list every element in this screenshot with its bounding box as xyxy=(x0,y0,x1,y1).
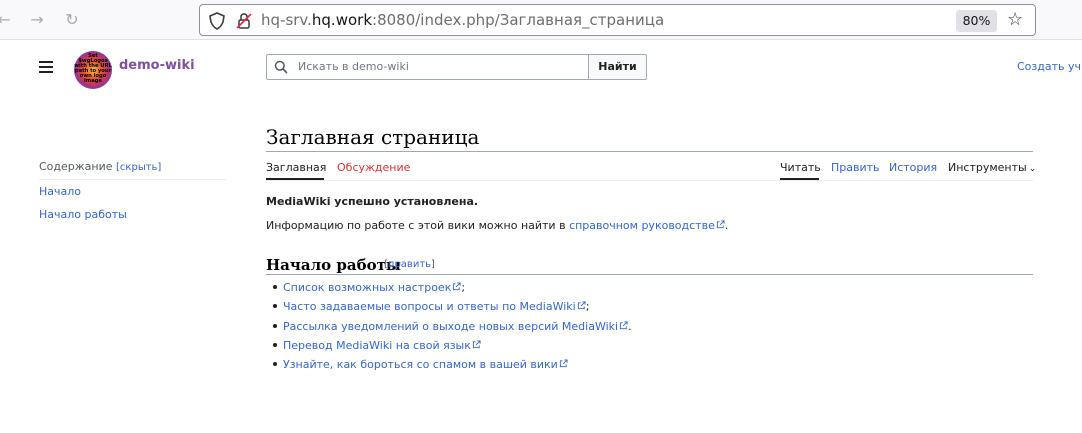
bullet-icon xyxy=(273,285,277,289)
bullet-icon xyxy=(273,342,277,347)
list-item: Список возможных настроек; xyxy=(273,281,632,300)
tab-edit[interactable]: Править xyxy=(831,161,880,174)
page-title: Заглавная страница xyxy=(266,125,480,149)
resource-list: Список возможных настроек; Часто задавае… xyxy=(273,281,632,377)
chevron-down-icon: ⌄ xyxy=(1028,164,1037,174)
list-item: Узнайте, как бороться со спамом в вашей … xyxy=(273,358,632,377)
list-item-tail: ; xyxy=(585,300,590,314)
list-item-link[interactable]: Перевод MediaWiki на свой язык xyxy=(283,339,471,352)
main-menu-icon[interactable] xyxy=(39,61,53,73)
external-link-icon xyxy=(716,220,725,229)
search-input[interactable]: Искать в demo-wiki xyxy=(266,54,589,80)
list-item: Перевод MediaWiki на свой язык xyxy=(273,339,632,358)
toc-title: Содержание xyxy=(39,160,113,173)
user-guide-link[interactable]: справочном руководстве xyxy=(569,219,715,232)
search-button[interactable]: Найти xyxy=(588,54,647,80)
tab-talk[interactable]: Обсуждение xyxy=(337,161,410,174)
bookmark-star-icon[interactable]: ☆ xyxy=(1007,9,1023,30)
info-paragraph: Информацию по работе с этой вики можно н… xyxy=(266,219,728,232)
external-link-icon xyxy=(472,340,481,348)
url-text: hq-srv.hq.work:8080/index.php/Заглавная_… xyxy=(261,11,665,29)
toc-item-getting-started[interactable]: Начало работы xyxy=(39,208,127,221)
list-item-tail: ; xyxy=(461,281,466,294)
external-link-icon xyxy=(453,282,461,291)
toc-hide-toggle[interactable]: [скрыть] xyxy=(116,162,161,173)
list-item-link[interactable]: Часто задаваемые вопросы и ответы по Med… xyxy=(283,300,576,313)
tab-history[interactable]: История xyxy=(889,161,937,174)
info-prefix: Информацию по работе с этой вики можно н… xyxy=(266,219,570,232)
tabs-divider xyxy=(266,180,1033,181)
list-item: Часто задаваемые вопросы и ответы по Med… xyxy=(273,300,632,319)
section-edit-link[interactable]: править xyxy=(388,259,431,270)
tools-label: Инструменты xyxy=(948,161,1027,174)
tab-read[interactable]: Читать xyxy=(780,161,821,174)
toc-divider xyxy=(39,179,226,180)
section-title: Начало работы xyxy=(266,256,401,274)
address-bar[interactable]: hq-srv.hq.work:8080/index.php/Заглавная_… xyxy=(199,4,1036,36)
create-account-link[interactable]: Создать уч xyxy=(1017,60,1081,73)
tools-dropdown[interactable]: Инструменты ⌄ xyxy=(948,161,1036,174)
section-edit: [править] xyxy=(384,259,435,270)
info-suffix: . xyxy=(724,219,729,232)
search-placeholder: Искать в demo-wiki xyxy=(298,60,409,73)
insecure-lock-icon[interactable] xyxy=(234,11,254,31)
shield-icon[interactable] xyxy=(207,11,227,31)
section-divider xyxy=(266,274,1033,275)
title-divider xyxy=(266,151,1033,152)
external-link-icon xyxy=(559,359,568,368)
search-icon xyxy=(274,60,288,74)
reload-icon[interactable]: ↻ xyxy=(60,8,84,32)
list-item: Рассылка уведомлений о выходе новых верс… xyxy=(273,320,632,339)
toc-heading: Содержание [скрыть] xyxy=(39,160,161,173)
forward-arrow-icon[interactable]: → xyxy=(25,8,49,32)
bullet-icon xyxy=(273,323,277,328)
site-logo[interactable]: Set $wgLogos with the URL path to your o… xyxy=(72,49,114,89)
bullet-icon xyxy=(273,362,277,367)
tab-article[interactable]: Заглавная xyxy=(266,161,326,174)
list-item-link[interactable]: Узнайте, как бороться со спамом в вашей … xyxy=(283,358,558,371)
list-item-tail: . xyxy=(628,319,632,333)
browser-toolbar: ← → ↻ hq-srv.hq.work:8080/index.php/Загл… xyxy=(0,0,1082,40)
installed-message: MediaWiki успешно установлена. xyxy=(266,195,479,208)
section-edit-bracket-close: ] xyxy=(431,259,435,270)
external-link-icon xyxy=(619,321,628,329)
list-item-link[interactable]: Рассылка уведомлений о выходе новых верс… xyxy=(283,320,618,333)
external-link-icon xyxy=(577,301,586,310)
toc-item-start[interactable]: Начало xyxy=(39,185,81,198)
back-arrow-icon[interactable]: ← xyxy=(0,8,16,32)
svg-text:image: image xyxy=(84,78,102,84)
zoom-level-badge[interactable]: 80% xyxy=(956,10,997,32)
site-name[interactable]: demo-wiki xyxy=(119,58,195,73)
list-item-link[interactable]: Список возможных настроек xyxy=(283,281,451,294)
bullet-icon xyxy=(273,304,277,309)
